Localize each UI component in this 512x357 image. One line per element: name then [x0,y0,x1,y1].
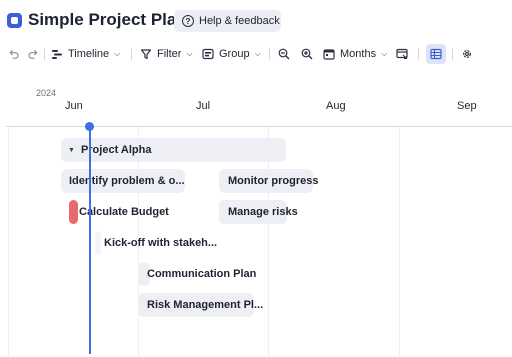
task-label-kickoff: Kick-off with stakeh... [104,237,218,249]
help-feedback-button[interactable]: ? Help & feedback [174,10,281,32]
help-feedback-label: Help & feedback [199,15,280,27]
time-scale-dropdown[interactable]: Months ⌵ [323,42,387,66]
timeline-view-dropdown[interactable]: Timeline ⌵ [51,42,120,66]
task-label-manage-risks: Manage risks [228,206,298,218]
month-label-sep: Sep [457,100,477,112]
task-bar-kickoff[interactable] [95,231,101,255]
fit-to-screen-button[interactable] [396,42,408,66]
toolbar-divider [131,48,132,60]
chevron-down-icon: ⌵ [186,49,193,58]
project-title[interactable]: Simple Project Plan [28,10,187,30]
table-view-icon [430,48,442,60]
task-label-risk-management-plan: Risk Management Pl... [147,299,264,311]
time-scale-label: Months [340,48,377,60]
month-label-jun: Jun [65,100,83,112]
fit-to-screen-icon [396,48,408,60]
app-logo-icon [7,13,22,28]
month-label-aug: Aug [326,100,346,112]
grid-line [399,127,400,357]
today-marker-handle[interactable] [85,122,94,131]
redo-icon [28,49,38,59]
settings-gear-icon [463,50,471,58]
redo-button[interactable] [28,42,39,66]
calendar-icon [323,49,335,60]
table-view-icon-wrap [430,42,442,66]
toolbar-divider [44,48,45,60]
chevron-down-icon: ⌵ [114,49,121,58]
group-label: Project Alpha [80,144,152,156]
top-bar: Simple Project Plan ? Help & feedback [0,0,512,42]
chevron-down-icon: ⌵ [381,49,388,58]
group-label: Group [219,48,250,60]
task-bar-calculate-budget[interactable] [69,200,78,224]
today-marker-line [89,130,91,354]
grid-line [8,127,9,357]
zoom-in-button[interactable] [301,42,313,66]
task-label-calculate-budget: Calculate Budget [79,206,169,218]
toolbar: Timeline ⌵ Filter ⌵ Group ⌵ Months ⌵ [0,42,512,66]
toolbar-divider [418,48,419,60]
settings-button[interactable] [461,42,473,66]
group-row-project-alpha[interactable]: ▼ Project Alpha [68,138,151,162]
chevron-down-icon: ⌵ [254,49,261,58]
timeline-header-divider [6,126,512,127]
task-label-monitor-progress: Monitor progress [228,175,319,187]
toolbar-divider [269,48,270,60]
task-label-identify-problem: Identify problem & o... [69,175,185,187]
undo-button[interactable] [8,42,19,66]
filter-icon [140,49,152,60]
zoom-out-button[interactable] [278,42,290,66]
timeline-view-label: Timeline [68,48,110,60]
timeline-icon [52,50,62,59]
zoom-out-icon [278,48,290,60]
task-label-communication-plan: Communication Plan [147,268,257,280]
year-label: 2024 [36,88,57,98]
zoom-in-icon [301,48,313,60]
group-icon [202,48,214,60]
help-icon: ? [182,15,194,27]
filter-label: Filter [157,48,182,60]
group-button[interactable]: Group ⌵ [202,42,261,66]
month-label-jul: Jul [196,100,211,112]
filter-button[interactable]: Filter ⌵ [140,42,193,66]
toolbar-divider [452,48,453,60]
collapse-triangle-icon[interactable]: ▼ [68,139,75,163]
undo-icon [9,49,19,59]
timeline-canvas[interactable]: 2024 Jun Jul Aug Sep ▼ Project Alpha Iden… [0,80,512,357]
